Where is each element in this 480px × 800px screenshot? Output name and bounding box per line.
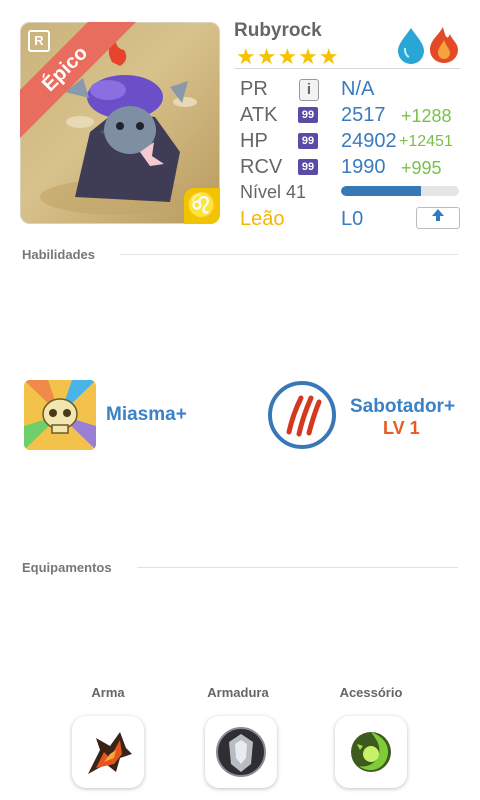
header-divider [234,68,460,69]
equip-accessory-slot[interactable] [335,716,407,788]
water-drop-icon [398,28,424,64]
rcv-value: 1990 [341,156,386,178]
skill-miasma-icon[interactable] [24,380,96,450]
level-label: Nível 41 [240,182,307,202]
rcv-label: RCV [240,156,283,178]
hp-bonus: +12451 [399,133,453,150]
hp-value: 24902 [341,130,397,152]
zodiac-sign-label: Leão [240,208,285,230]
equip-armor-slot[interactable] [205,716,277,788]
rcv-bonus: +995 [401,158,442,178]
pr-label: PR [240,78,268,100]
equip-weapon-slot[interactable] [72,716,144,788]
equip-accessory-label: Acessório [339,685,403,700]
skill-sabotador-icon[interactable] [267,380,337,455]
equipment-divider [137,567,458,568]
level-progress-fill [341,186,422,196]
skill-sabotador-name[interactable]: Sabotador+ [350,396,455,418]
atk-level-badge: 99 [298,107,318,123]
pr-value: N/A [341,78,375,100]
atk-label: ATK [240,104,278,126]
upgrade-button[interactable] [416,207,460,229]
skill-miasma-name[interactable]: Miasma+ [106,404,187,426]
zodiac-leo-icon: ♌ [184,188,220,224]
equip-weapon-label: Arma [91,685,125,700]
armor-icon [216,727,266,777]
equip-armor-label: Armadura [207,685,269,700]
arrow-up-icon [432,209,444,221]
monster-portrait[interactable]: Épico R ♌ [20,22,220,224]
atk-bonus: +1288 [401,106,452,126]
rcv-level-badge: 99 [298,159,318,175]
level-progress-bar [341,186,459,196]
hp-level-badge: 99 [298,133,318,149]
fire-icon [430,27,458,63]
hp-label: HP [240,130,268,152]
accessory-icon [351,732,391,772]
collection-badge: R [28,30,50,52]
rank-value: L0 [341,208,364,230]
monster-name: Rubyrock [234,20,322,41]
claw-scratch-icon [268,381,336,449]
skill-sabotador-level: LV 1 [383,418,420,438]
equipment-section-title: Equipamentos [22,560,112,575]
star-rating: ★★★★★ [236,44,340,69]
element-icons [394,24,460,69]
skills-section-title: Habilidades [22,247,95,262]
weapon-icon [88,732,132,774]
info-button[interactable]: i [299,79,319,101]
atk-value: 2517 [341,104,386,126]
skills-divider [120,254,458,255]
skull-icon [24,380,96,450]
